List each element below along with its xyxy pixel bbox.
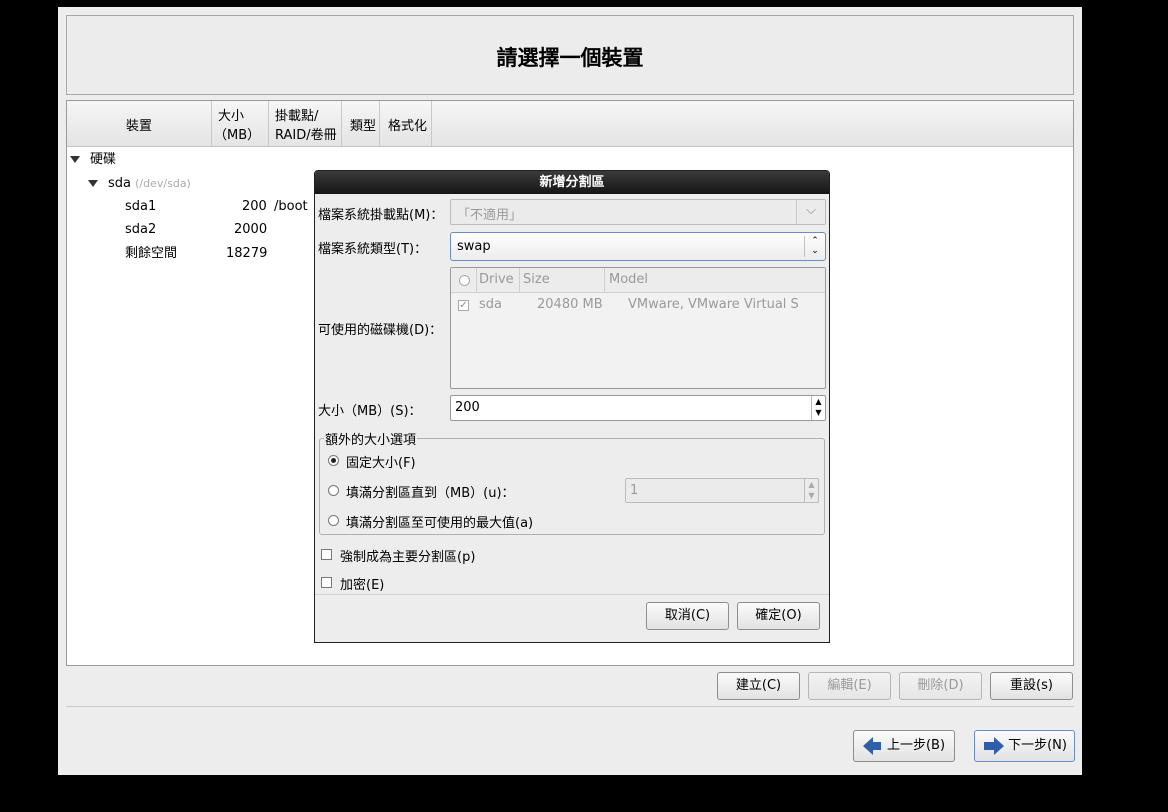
chevron-down-icon[interactable]: ⌵	[796, 200, 825, 224]
delete-button[interactable]: 刪除(D)	[899, 672, 982, 700]
column-device[interactable]: 裝置	[67, 101, 212, 146]
next-button[interactable]: 下一步(N)	[974, 730, 1075, 762]
force-primary-checkbox[interactable]	[321, 549, 332, 560]
next-arrow-icon	[984, 736, 1005, 755]
page-title: 請選擇一個裝置	[496, 46, 644, 70]
expander-icon[interactable]	[88, 180, 98, 187]
ok-button[interactable]: 確定(O)	[737, 602, 820, 630]
create-button[interactable]: 建立(C)	[717, 672, 800, 700]
updown-icon[interactable]: ⌃ ⌄	[804, 236, 825, 257]
drives-table-header: Drive Size Model	[451, 268, 825, 293]
dialog-title: 新增分割區	[315, 171, 829, 194]
dialog-divider	[315, 594, 829, 595]
select-all-toggle[interactable]	[459, 275, 470, 286]
fill-upto-label[interactable]: 填滿分割區直到（MB）(u)：	[346, 482, 515, 501]
drive-checkbox[interactable]: ✓	[458, 300, 469, 311]
fill-upto-spinbox[interactable]: 1 ▲ ▼	[625, 478, 819, 503]
tree-disk-sda[interactable]: sda (/dev/sda)	[88, 173, 191, 195]
edit-button[interactable]: 編輯(E)	[808, 672, 891, 700]
tree-group-harddisk[interactable]: 硬碟	[70, 149, 116, 171]
page-title-box: 請選擇一個裝置	[66, 15, 1074, 95]
size-label: 大小（MB）(S)：	[318, 404, 422, 419]
column-type[interactable]: 類型	[342, 101, 380, 146]
force-primary-label[interactable]: 強制成為主要分割區(p)	[340, 546, 475, 565]
column-mount[interactable]: 掛載點/RAID/卷冊	[269, 101, 342, 146]
mount-point-combo[interactable]: 「不適用」 ⌵	[450, 199, 826, 225]
column-size[interactable]: 大小 （MB）	[212, 101, 269, 146]
expander-icon[interactable]	[70, 156, 80, 163]
mount-point-label: 檔案系統掛載點(M)：	[318, 208, 444, 223]
fill-max-label[interactable]: 填滿分割區至可使用的最大值(a)	[346, 512, 533, 531]
add-partition-dialog: 新增分割區 檔案系統掛載點(M)： 「不適用」 ⌵ 檔案系統類型(T)： swa…	[314, 170, 830, 643]
device-list-header: 裝置 大小 （MB） 掛載點/RAID/卷冊 類型 格式化	[67, 101, 1073, 147]
back-button[interactable]: 上一步(B)	[853, 730, 955, 762]
fs-type-select[interactable]: swap ⌃ ⌄	[450, 232, 826, 261]
size-spin-arrows[interactable]: ▲ ▼	[811, 396, 825, 420]
divider	[66, 706, 1074, 707]
reset-button[interactable]: 重設(s)	[990, 672, 1073, 700]
back-arrow-icon	[862, 736, 881, 755]
fill-upto-spin-arrows[interactable]: ▲ ▼	[804, 479, 818, 502]
column-format[interactable]: 格式化	[380, 101, 432, 146]
fill-max-radio[interactable]	[328, 515, 339, 526]
drive-row-sda[interactable]: ✓ sda 20480 MB VMware, VMware Virtual S	[451, 293, 825, 317]
size-spinbox[interactable]: 200 ▲ ▼	[450, 395, 826, 421]
fixed-size-radio[interactable]	[328, 455, 339, 466]
drives-table[interactable]: Drive Size Model ✓ sda 20480 MB VMware, …	[450, 267, 826, 389]
encrypt-checkbox[interactable]	[321, 577, 332, 588]
fs-type-label: 檔案系統類型(T)：	[318, 242, 428, 257]
encrypt-label[interactable]: 加密(E)	[340, 574, 384, 593]
fixed-size-label[interactable]: 固定大小(F)	[346, 452, 416, 471]
drives-label: 可使用的磁碟機(D)：	[318, 323, 443, 338]
cancel-button[interactable]: 取消(C)	[646, 602, 729, 630]
fill-upto-radio[interactable]	[328, 485, 339, 496]
